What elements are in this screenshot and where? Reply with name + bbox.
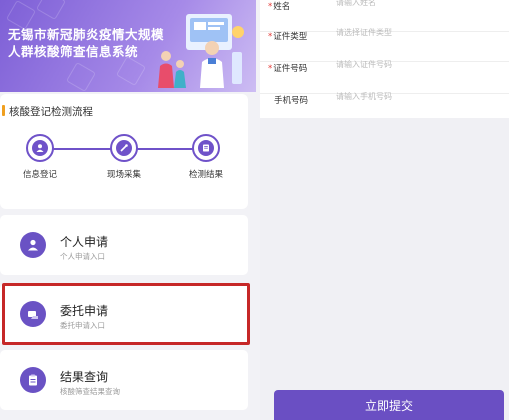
option-subtitle: 委托申请入口 [60, 321, 105, 330]
flow-step-label: 现场采集 [106, 170, 141, 180]
flow-step-circle [110, 134, 138, 162]
flow-card: 核酸登记检测流程 信息登记 现场采集 检测结果 [0, 94, 248, 209]
phone-input[interactable] [336, 92, 496, 101]
required-mark: * [268, 64, 273, 74]
option-title: 个人申请 [60, 235, 109, 249]
flow-step-label: 检测结果 [188, 170, 223, 180]
app-root: 无锡市新冠肺炎疫情大规模 人群核酸筛查信息系统 核酸登记检测流程 信息登记 现场… [0, 0, 509, 420]
left-panel: 无锡市新冠肺炎疫情大规模 人群核酸筛查信息系统 核酸登记检测流程 信息登记 现场… [0, 0, 256, 420]
field-label: *证件类型 [268, 30, 307, 42]
field-id-number: *证件号码 [260, 60, 509, 94]
option-result-query[interactable]: 结果查询 核酸筛查结果查询 [0, 350, 248, 410]
option-delegate-apply[interactable]: 委托申请 委托申请入口 [0, 284, 248, 344]
required-mark: * [268, 2, 273, 12]
field-label-text: 姓名 [273, 2, 291, 12]
flow-title-accent [2, 105, 5, 116]
field-label-text: 证件号码 [273, 64, 308, 74]
required-mark: * [268, 32, 273, 42]
field-label: *证件号码 [268, 62, 307, 74]
id-number-input[interactable] [336, 60, 496, 69]
banner-hex-decoration [35, 0, 67, 21]
flow-step-result: 检测结果 [176, 134, 236, 180]
user-icon [32, 140, 48, 156]
field-label-text: 手机号码 [274, 96, 309, 106]
flow-title: 核酸登记检测流程 [9, 106, 93, 118]
option-title: 结果查询 [60, 370, 109, 384]
option-subtitle: 个人申请入口 [60, 252, 105, 261]
option-personal-apply[interactable]: 个人申请 个人申请入口 [0, 215, 248, 275]
clipboard-icon [20, 367, 46, 393]
field-id-type: *证件类型 [260, 28, 509, 62]
name-input[interactable] [336, 0, 496, 7]
flow-step-register: 信息登记 [10, 134, 70, 180]
field-phone: 手机号码 [260, 92, 509, 126]
flow-step-circle [26, 134, 54, 162]
banner-hex-decoration [65, 61, 97, 92]
medical-staff-illustration [158, 14, 244, 88]
flow-step-label: 信息登记 [22, 170, 57, 180]
document-icon [198, 140, 214, 156]
right-panel: *姓名 *证件类型 *证件号码 手机号码 立即提交 [260, 0, 509, 420]
banner: 无锡市新冠肺炎疫情大规模 人群核酸筛查信息系统 [0, 0, 256, 92]
option-title: 委托申请 [60, 304, 109, 318]
handshake-icon [20, 301, 46, 327]
flow-step-collect: 现场采集 [94, 134, 154, 180]
submit-button[interactable]: 立即提交 [274, 390, 504, 420]
field-label: *姓名 [268, 0, 290, 12]
option-subtitle: 核酸筛查结果查询 [60, 387, 120, 396]
field-label-text: 证件类型 [273, 32, 308, 42]
applicant-form: *姓名 *证件类型 *证件号码 手机号码 [260, 0, 509, 118]
id-type-select[interactable] [336, 28, 496, 37]
flow-step-circle [192, 134, 220, 162]
person-icon [20, 232, 46, 258]
swab-icon [116, 140, 132, 156]
